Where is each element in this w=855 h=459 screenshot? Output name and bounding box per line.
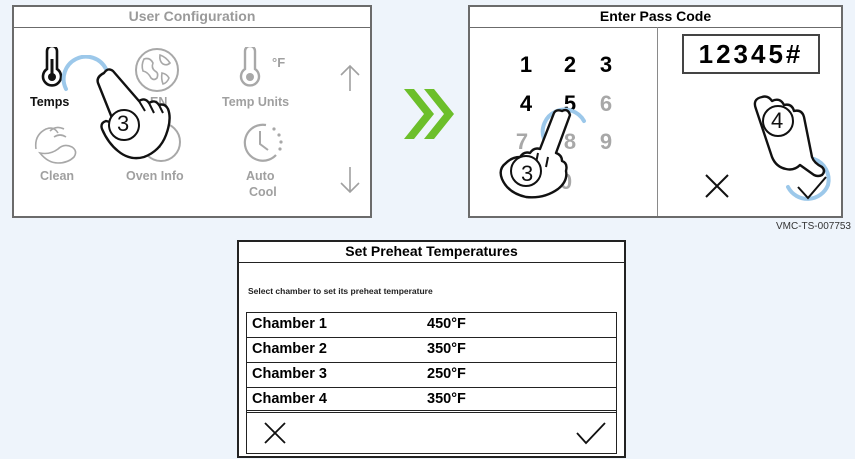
scroll-up-arrow-icon[interactable] xyxy=(339,63,361,93)
chamber-list: Chamber 1 450°F Chamber 2 350°F Chamber … xyxy=(246,312,617,413)
auto-cool-icon xyxy=(243,123,283,162)
thermometer-fahrenheit-icon xyxy=(239,47,261,87)
chamber-name: Chamber 4 xyxy=(252,391,327,407)
chamber-row[interactable]: Chamber 3 250°F xyxy=(247,363,616,388)
pointing-hand-icon xyxy=(96,68,171,160)
chamber-name: Chamber 3 xyxy=(252,366,327,382)
step-number-badge: 3 xyxy=(117,111,130,136)
clean-label[interactable]: Clean xyxy=(40,169,74,183)
pointing-hand-icon xyxy=(753,95,826,178)
pointing-hand-icon xyxy=(499,108,572,199)
step-number-badge: 3 xyxy=(521,161,534,186)
chamber-temp: 450°F xyxy=(427,316,466,332)
chamber-row[interactable]: Chamber 4 350°F xyxy=(247,388,616,412)
key-6[interactable]: 6 xyxy=(594,91,618,117)
action-bar xyxy=(246,410,617,454)
panel-title: User Configuration xyxy=(14,7,370,28)
reference-code: VMC-TS-007753 xyxy=(775,221,851,232)
confirm-check-icon[interactable] xyxy=(575,421,607,445)
cancel-x-icon[interactable] xyxy=(264,422,286,444)
next-step-chevrons-icon xyxy=(404,89,454,139)
chamber-name: Chamber 1 xyxy=(252,316,327,332)
chamber-temp: 350°F xyxy=(427,391,466,407)
cancel-x-icon[interactable] xyxy=(704,173,730,199)
user-configuration-panel: User Configuration Temps EN °F Temp Unit… xyxy=(12,5,372,218)
step-number-badge: 4 xyxy=(771,108,784,133)
auto-cool-label-line1[interactable]: Auto xyxy=(246,169,274,183)
clean-hands-icon xyxy=(34,126,77,164)
key-1[interactable]: 1 xyxy=(514,52,538,78)
chamber-temp: 250°F xyxy=(427,366,466,382)
key-9[interactable]: 9 xyxy=(594,129,618,155)
chamber-temp: 350°F xyxy=(427,341,466,357)
oven-info-label[interactable]: Oven Info xyxy=(126,169,184,183)
chamber-row[interactable]: Chamber 1 450°F xyxy=(247,313,616,338)
auto-cool-label-line2[interactable]: Cool xyxy=(249,185,277,199)
temp-units-label[interactable]: Temp Units xyxy=(222,95,289,109)
panel-subtitle: Select chamber to set its preheat temper… xyxy=(248,286,433,296)
chamber-row[interactable]: Chamber 2 350°F xyxy=(247,338,616,363)
keypad-divider xyxy=(657,27,658,216)
panel-title: Enter Pass Code xyxy=(470,7,841,28)
preheat-temperatures-panel: Set Preheat Temperatures Select chamber … xyxy=(237,240,626,458)
fahrenheit-symbol: °F xyxy=(272,55,286,70)
panel-title: Set Preheat Temperatures xyxy=(239,242,624,263)
chamber-name: Chamber 2 xyxy=(252,341,327,357)
pass-code-display: 12345# xyxy=(682,34,820,74)
key-2[interactable]: 2 xyxy=(558,52,582,78)
key-3[interactable]: 3 xyxy=(594,52,618,78)
scroll-down-arrow-icon[interactable] xyxy=(339,165,361,195)
pass-code-panel: Enter Pass Code 1 2 3 4 5 6 7 8 9 0 3 12… xyxy=(468,5,843,218)
